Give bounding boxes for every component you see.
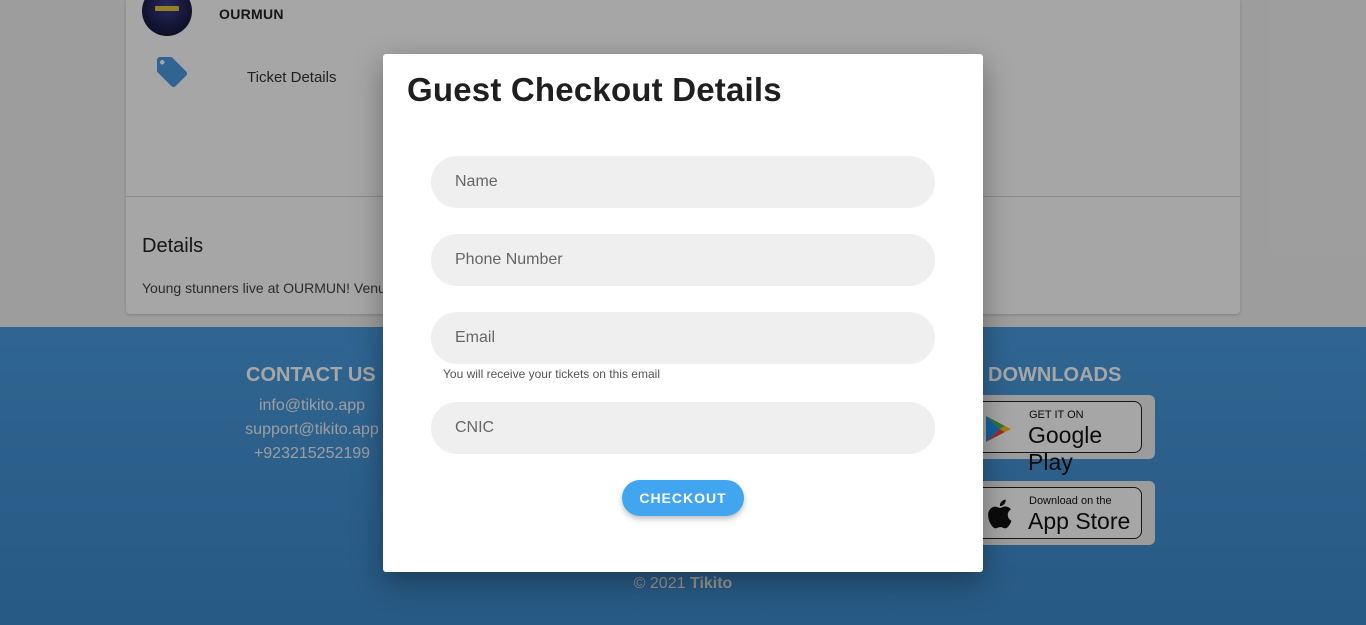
modal-title: Guest Checkout Details: [407, 71, 782, 108]
guest-checkout-modal: Guest Checkout Details You will receive …: [383, 54, 983, 572]
email-input[interactable]: [431, 312, 935, 364]
name-input[interactable]: [431, 156, 935, 208]
checkout-button[interactable]: CHECKOUT: [622, 480, 744, 516]
cnic-input[interactable]: [431, 402, 935, 454]
phone-number-input[interactable]: [431, 234, 935, 286]
email-hint: You will receive your tickets on this em…: [443, 367, 660, 381]
checkout-form: You will receive your tickets on this em…: [419, 131, 947, 541]
